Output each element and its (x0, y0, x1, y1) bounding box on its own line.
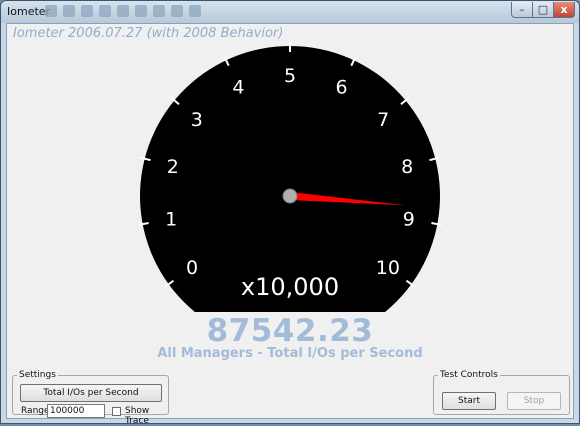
iometer-window: Iometer – □ x Iometer 2006.07.27 (with 2… (0, 0, 580, 426)
toolbar-duplicate-icon[interactable] (117, 5, 129, 17)
toolbar-reset-icon[interactable] (189, 5, 201, 17)
test-controls-group-label: Test Controls (440, 370, 498, 380)
gauge-multiplier-label: x10,000 (241, 273, 339, 301)
iops-readout-label: All Managers - Total I/Os per Second (157, 346, 423, 361)
gauge-label-0: 0 (186, 257, 198, 279)
range-label: Range (21, 406, 50, 416)
range-input[interactable]: 100000 (47, 404, 105, 418)
title-bar[interactable]: Iometer – □ x (1, 1, 579, 23)
gauge-label-8: 8 (401, 156, 413, 178)
gauge-label-2: 2 (167, 156, 179, 178)
settings-group-label: Settings (19, 370, 56, 380)
toolbar-new-worker-icon[interactable] (81, 5, 93, 17)
toolbar-start-icon[interactable] (135, 5, 147, 17)
client-area: Iometer 2006.07.27 (with 2008 Behavior) … (6, 23, 574, 426)
gauge-label-3: 3 (191, 109, 203, 131)
test-controls-group: Test Controls Start Stop (433, 370, 570, 415)
gauge-label-6: 6 (335, 77, 347, 99)
iops-readout-value: 87542.23 (206, 313, 374, 349)
minimize-button[interactable]: – (511, 2, 533, 18)
maximize-button[interactable]: □ (532, 2, 554, 18)
close-button[interactable]: x (553, 2, 575, 18)
toolbar-save-icon[interactable] (63, 5, 75, 17)
gauge-needle-hub (282, 188, 298, 204)
stop-button[interactable]: Stop (507, 392, 561, 410)
window-title: Iometer (7, 5, 51, 18)
gauge-label-7: 7 (377, 109, 389, 131)
gauge-label-4: 4 (232, 77, 244, 99)
gauge-label-10: 10 (376, 257, 400, 279)
show-trace-label[interactable]: Show Trace (125, 406, 168, 426)
gauge-label-9: 9 (403, 209, 415, 231)
show-trace-checkbox[interactable] (112, 407, 121, 416)
settings-group: Settings Total I/Os per Second Range 100… (12, 370, 169, 426)
toolbar-stop-icon[interactable] (153, 5, 165, 17)
toolbar-open-icon[interactable] (45, 5, 57, 17)
toolbar-stop-all-icon[interactable] (171, 5, 183, 17)
gauge-label-5: 5 (284, 65, 296, 87)
toolbar-new-network-icon[interactable] (99, 5, 111, 17)
metric-select-button[interactable]: Total I/Os per Second (20, 384, 162, 402)
gauge-label-1: 1 (165, 209, 177, 231)
start-button[interactable]: Start (442, 392, 496, 410)
